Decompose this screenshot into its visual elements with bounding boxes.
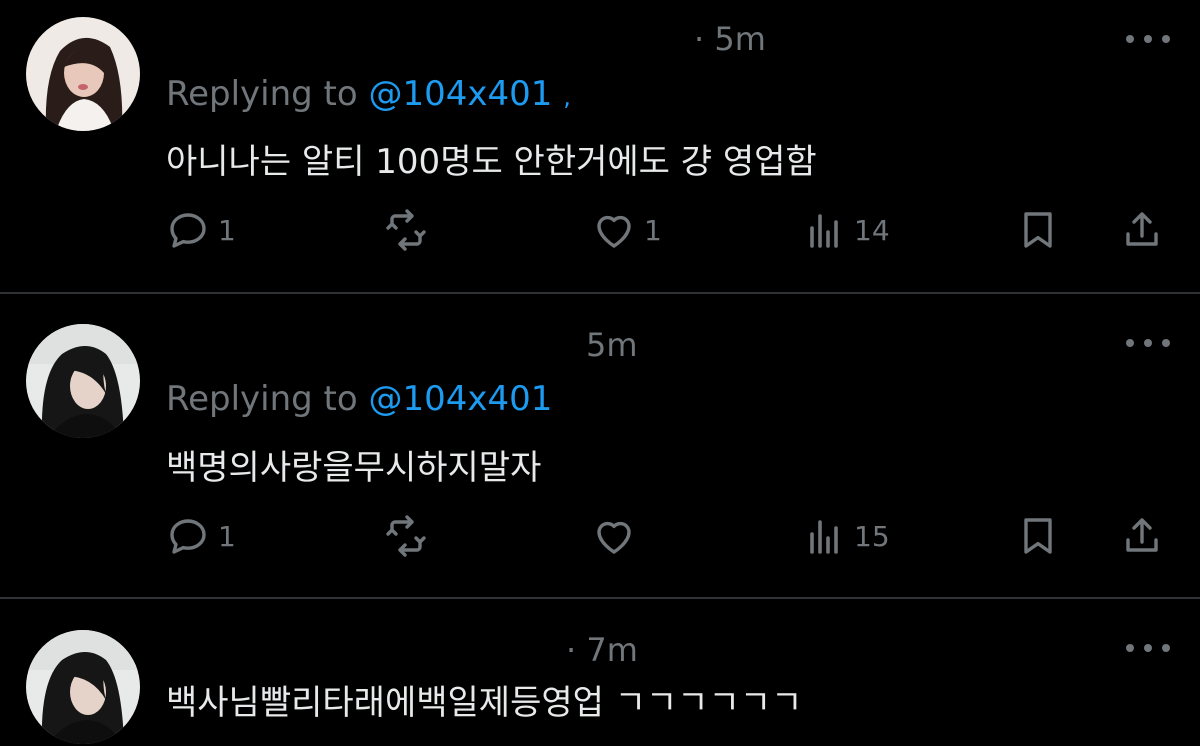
bookmark-icon (1024, 518, 1052, 554)
tweet-2[interactable]: 5m Replying to @104x401 백명의사랑을무시하지말자 1 1… (0, 294, 1200, 597)
reply-button[interactable]: 1 (164, 206, 236, 254)
more-icon[interactable] (1126, 641, 1170, 655)
avatar[interactable] (26, 630, 140, 744)
reply-handle-link[interactable]: @104x401 (369, 379, 553, 419)
replying-prefix: Replying to (166, 74, 358, 114)
tweet-3[interactable]: · 7m 백사님빨리타래에백일제등영업 ㄱㄱㄱㄱㄱㄱ (0, 599, 1200, 746)
avatar[interactable] (26, 324, 140, 438)
reply-count: 1 (218, 213, 236, 247)
avatar[interactable] (26, 17, 140, 131)
more-icon[interactable] (1126, 32, 1170, 46)
tweet-text: 백명의사랑을무시하지말자 (166, 448, 542, 488)
share-button[interactable] (1118, 206, 1166, 254)
retweet-button[interactable] (382, 512, 430, 560)
tweet-text: 백사님빨리타래에백일제등영업 ㄱㄱㄱㄱㄱㄱ (166, 683, 803, 723)
views-button[interactable]: 14 (800, 206, 890, 254)
reply-tail-mark: , (563, 83, 571, 111)
like-count: 1 (644, 213, 662, 247)
view-count: 15 (854, 519, 890, 553)
reply-button[interactable]: 1 (164, 512, 236, 560)
retweet-button[interactable] (382, 206, 430, 254)
tweet-text: 아니나는 알티 100명도 안한거에도 걍 영업함 (166, 142, 817, 182)
view-count: 14 (854, 213, 890, 247)
tweet-timestamp[interactable]: 5m (586, 326, 638, 364)
reply-count: 1 (218, 519, 236, 553)
tweet-timestamp[interactable]: · 5m (694, 20, 766, 58)
like-button[interactable]: 1 (590, 206, 662, 254)
retweet-icon (386, 515, 426, 557)
like-icon (597, 215, 631, 248)
bookmark-button[interactable] (1014, 206, 1062, 254)
bookmark-button[interactable] (1014, 512, 1062, 560)
share-button[interactable] (1118, 512, 1166, 560)
reply-handle-link[interactable]: @104x401 (369, 74, 553, 114)
retweet-icon (386, 209, 426, 251)
like-icon (597, 521, 631, 554)
tweet-1[interactable]: · 5m Replying to @104x401 , 아니나는 알티 100명… (0, 0, 1200, 292)
like-button[interactable] (590, 512, 644, 560)
views-icon (810, 520, 838, 554)
tweet-timestamp[interactable]: · 7m (566, 631, 638, 669)
share-icon (1126, 212, 1158, 246)
replying-to: Replying to @104x401 (166, 379, 552, 419)
bookmark-icon (1024, 212, 1052, 248)
reply-icon (170, 519, 206, 554)
views-button[interactable]: 15 (800, 512, 890, 560)
replying-prefix: Replying to (166, 379, 358, 419)
views-icon (810, 214, 838, 248)
share-icon (1126, 518, 1158, 552)
more-icon[interactable] (1126, 336, 1170, 350)
reply-icon (170, 213, 206, 248)
replying-to: Replying to @104x401 , (166, 74, 571, 114)
